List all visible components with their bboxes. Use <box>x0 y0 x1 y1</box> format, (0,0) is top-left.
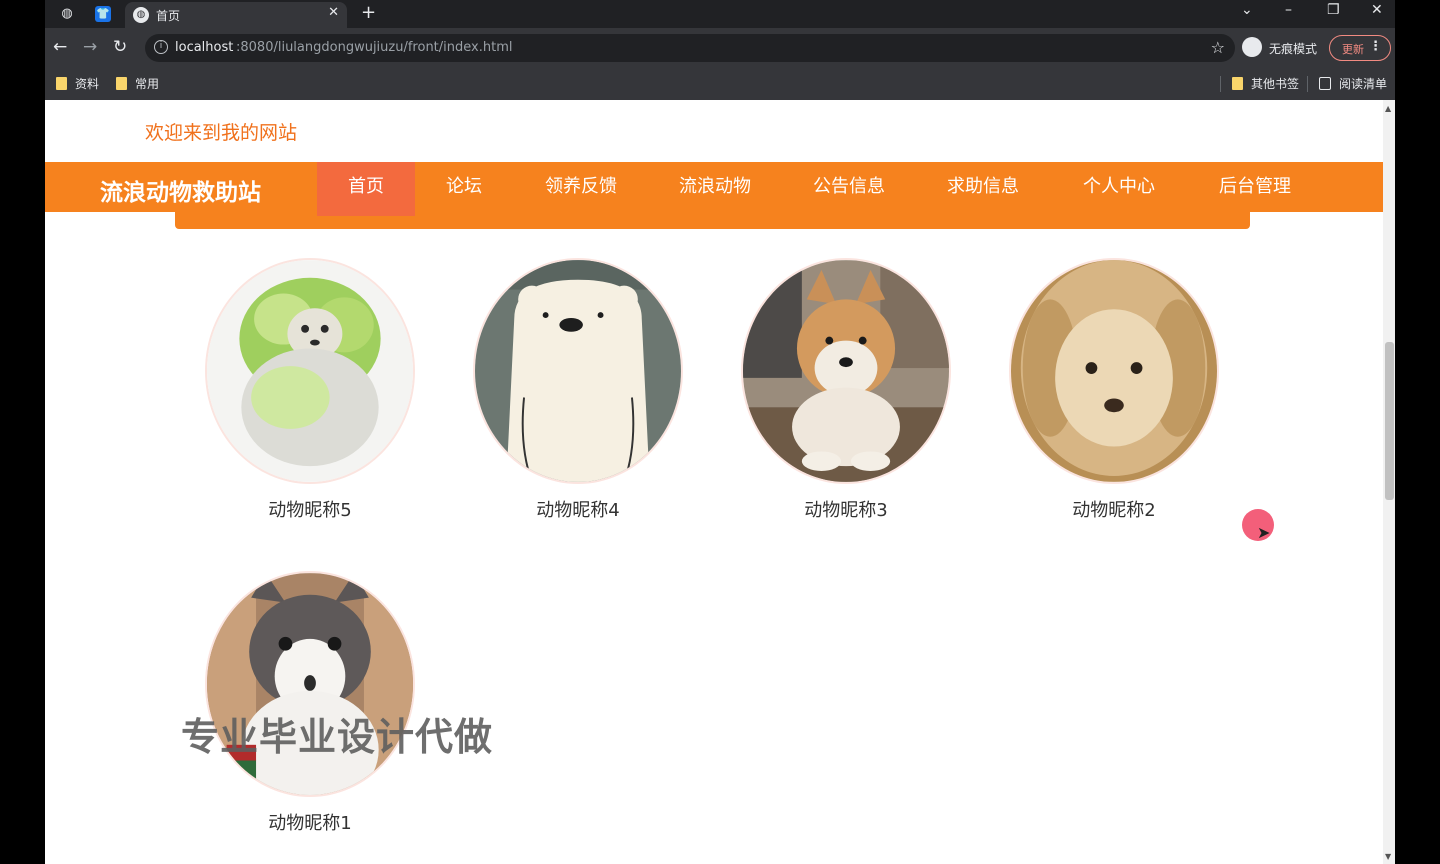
bookmark-folder-changyong[interactable]: 常用 <box>116 75 159 92</box>
cabbage-dog-photo[interactable] <box>205 258 415 484</box>
pinned-tab-globe-icon[interactable]: ◍ <box>57 4 77 24</box>
pet-card[interactable]: 动物昵称3 <box>741 258 951 522</box>
pet-image <box>1011 260 1217 482</box>
web-page: 欢迎来到我的网站 流浪动物救助站 首页 论坛 领养反馈 流浪动物 公告信息 求助… <box>45 100 1395 864</box>
bookmarks-divider <box>1220 76 1221 92</box>
tab-strip: ◍ 👕 ◍ 首页 ✕ + ⌄ – ❐ ✕ <box>45 0 1395 28</box>
tab-close-icon[interactable]: ✕ <box>328 5 339 20</box>
update-label: 更新 <box>1342 43 1364 56</box>
pinned-tab-shirt-icon[interactable]: 👕 <box>95 6 111 22</box>
tab-title: 首页 <box>156 9 181 23</box>
tab-globe-icon: ◍ <box>133 7 149 23</box>
more-menu-icon[interactable]: ⋮ <box>1369 39 1382 54</box>
update-button[interactable]: 更新 ⋮ <box>1329 35 1391 61</box>
folder-icon <box>56 77 67 90</box>
url-path: :8080/liulangdongwujiuzu/front/index.htm… <box>236 40 513 55</box>
bookmarks-bar: 资料 常用 其他书签 阅读清单 <box>45 68 1395 100</box>
url-host: localhost <box>175 40 234 55</box>
bookmarks-divider <box>1307 76 1308 92</box>
bookmark-other[interactable]: 其他书签 <box>1232 75 1299 92</box>
bookmark-folder-ziliao[interactable]: 资料 <box>56 75 99 92</box>
pet-image <box>207 260 413 482</box>
close-window-button[interactable]: ✕ <box>1371 2 1383 18</box>
nav-help-requests[interactable]: 求助信息 <box>933 162 1033 216</box>
pet-name[interactable]: 动物昵称3 <box>741 496 951 522</box>
main-navbar: 流浪动物救助站 首页 论坛 领养反馈 流浪动物 公告信息 求助信息 个人中心 后… <box>45 162 1383 216</box>
browser-toolbar: ← → ↻ i localhost :8080/liulangdongwujiu… <box>45 28 1395 68</box>
nav-forum[interactable]: 论坛 <box>429 162 499 216</box>
new-tab-button[interactable]: + <box>361 2 376 23</box>
pet-image <box>743 260 949 482</box>
nav-personal-center[interactable]: 个人中心 <box>1069 162 1169 216</box>
scroll-thumb[interactable] <box>1385 342 1394 500</box>
folder-icon <box>116 77 127 90</box>
bookmark-label: 阅读清单 <box>1339 77 1388 91</box>
back-arrow-icon[interactable]: ← <box>53 37 67 57</box>
incognito-label[interactable]: 无痕模式 <box>1269 40 1317 57</box>
watermark-overlay: 专业毕业设计代做 <box>181 715 494 759</box>
browser-window: ◍ 👕 ◍ 首页 ✕ + ⌄ – ❐ ✕ ← → ↻ i localhost :… <box>45 0 1395 864</box>
pet-image <box>475 260 681 482</box>
golden-puppy-photo[interactable] <box>1009 258 1219 484</box>
bookmark-star-icon[interactable]: ☆ <box>1211 38 1225 57</box>
bookmark-label: 资料 <box>75 77 100 91</box>
nav-admin[interactable]: 后台管理 <box>1205 162 1305 216</box>
nav-adoption-feedback[interactable]: 领养反馈 <box>531 162 631 216</box>
folder-icon <box>1232 77 1243 90</box>
reading-list[interactable]: 阅读清单 <box>1319 75 1387 92</box>
scroll-up-icon[interactable]: ▲ <box>1385 104 1391 113</box>
bookmark-label: 其他书签 <box>1251 77 1300 91</box>
pet-image <box>207 573 413 795</box>
nav-home[interactable]: 首页 <box>317 162 415 216</box>
grey-white-cat-photo[interactable] <box>205 571 415 797</box>
pet-name[interactable]: 动物昵称5 <box>205 496 415 522</box>
reading-list-icon <box>1319 77 1331 90</box>
pet-card[interactable]: 动物昵称4 <box>473 258 683 522</box>
tab-home[interactable]: ◍ 首页 ✕ <box>125 2 347 28</box>
reload-icon[interactable]: ↻ <box>113 37 127 57</box>
welcome-text: 欢迎来到我的网站 <box>145 122 298 144</box>
bookmark-label: 常用 <box>135 77 160 91</box>
pet-name[interactable]: 动物昵称2 <box>1009 496 1219 522</box>
pet-name[interactable]: 动物昵称4 <box>473 496 683 522</box>
site-info-icon[interactable]: i <box>154 40 168 54</box>
incognito-icon[interactable] <box>1242 37 1262 57</box>
forward-arrow-icon[interactable]: → <box>83 37 97 57</box>
pet-name[interactable]: 动物昵称1 <box>205 809 415 835</box>
pet-card[interactable]: 动物昵称5 <box>205 258 415 522</box>
address-bar[interactable]: i localhost :8080/liulangdongwujiuzu/fro… <box>145 34 1235 62</box>
page-scrollbar[interactable]: ▲ ▼ <box>1383 100 1395 864</box>
pet-card[interactable]: 动物昵称1 <box>205 571 415 835</box>
scroll-down-icon[interactable]: ▼ <box>1385 852 1391 861</box>
nav-announcements[interactable]: 公告信息 <box>799 162 899 216</box>
nav-stray-animals[interactable]: 流浪动物 <box>665 162 765 216</box>
site-brand[interactable]: 流浪动物救助站 <box>100 173 261 207</box>
pet-card[interactable]: 动物昵称2 <box>1009 258 1219 522</box>
restore-button[interactable]: ❐ <box>1327 2 1340 18</box>
shiba-inu-photo[interactable] <box>741 258 951 484</box>
ice-bear-cartoon[interactable] <box>473 258 683 484</box>
tab-search-chevron-icon[interactable]: ⌄ <box>1241 2 1253 18</box>
minimize-button[interactable]: – <box>1285 2 1292 18</box>
mouse-cursor-icon: ➤ <box>1257 523 1271 542</box>
